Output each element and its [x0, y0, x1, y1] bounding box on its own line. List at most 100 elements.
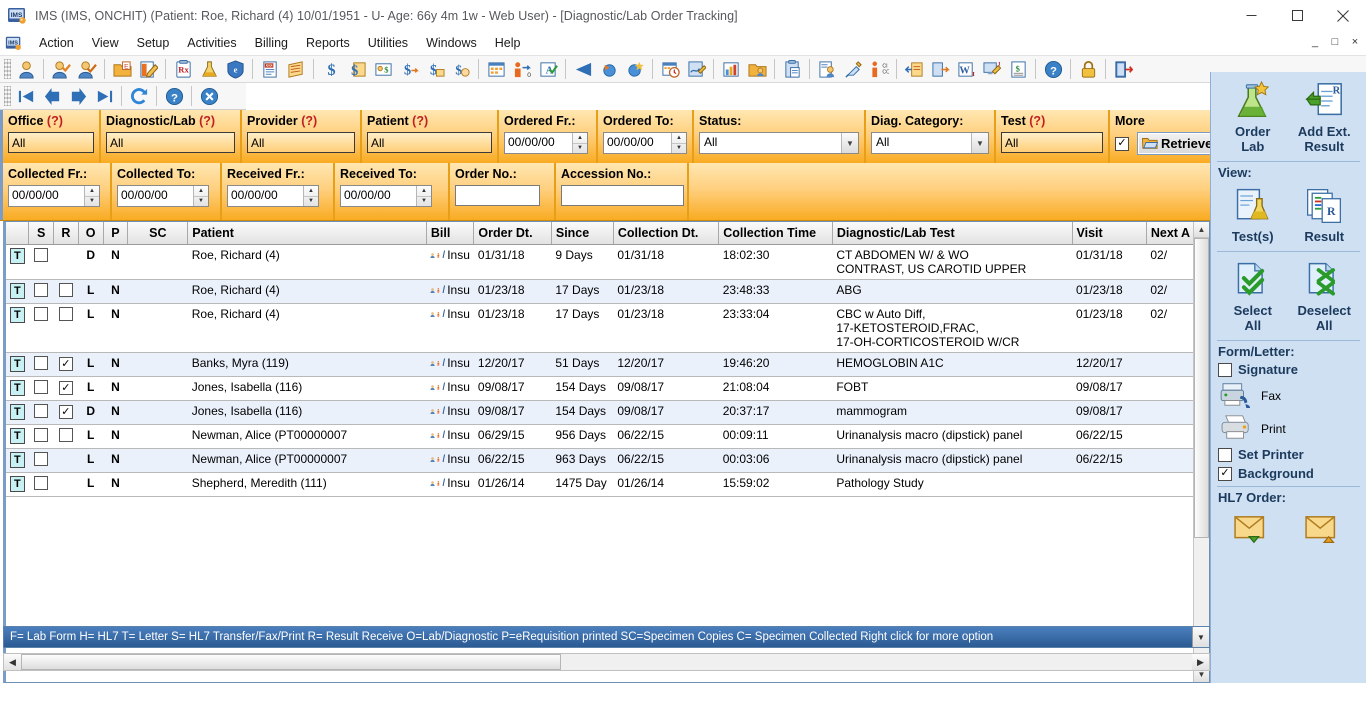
menu-item-help[interactable]: Help — [486, 34, 530, 52]
hscroll-thumb[interactable] — [21, 654, 561, 670]
open-chart-folder-icon[interactable]: E — [109, 57, 135, 81]
legend-chevron-down-icon[interactable]: ▼ — [1192, 627, 1209, 647]
billing-claim-icon[interactable]: $ — [344, 57, 370, 81]
bar-chart-icon[interactable] — [718, 57, 744, 81]
order-lab-button[interactable]: Order Lab — [1217, 76, 1289, 158]
filter-status-select[interactable]: All ▼ — [699, 132, 859, 154]
background-checkbox[interactable]: ✓ — [1218, 467, 1232, 481]
filter-collected-to-input[interactable]: 00/00/00 ▲▼ — [117, 185, 209, 207]
menu-item-reports[interactable]: Reports — [297, 34, 359, 52]
billing-dollar-icon[interactable]: $ — [318, 57, 344, 81]
chevron-down-icon[interactable]: ▼ — [971, 133, 988, 153]
select-all-button[interactable]: Select All — [1217, 255, 1289, 337]
mdi-restore-icon[interactable]: □ — [1326, 33, 1344, 51]
lab-flask-icon[interactable] — [196, 57, 222, 81]
close-form-icon[interactable] — [196, 84, 222, 108]
document-export-icon[interactable] — [927, 57, 953, 81]
col-header-test[interactable]: Diagnostic/Lab Test — [832, 222, 1072, 244]
document-icon[interactable]: DOC — [257, 57, 283, 81]
set-printer-row[interactable]: Set Printer — [1217, 445, 1360, 464]
shield-icon[interactable]: e — [222, 57, 248, 81]
refresh-icon[interactable] — [126, 84, 152, 108]
maximize-icon[interactable] — [1274, 0, 1320, 31]
row-checkbox-s[interactable] — [29, 303, 54, 352]
signature-row[interactable]: Signature — [1217, 360, 1360, 379]
menu-item-action[interactable]: Action — [30, 34, 83, 52]
spinner-icon[interactable]: ▲▼ — [84, 186, 99, 206]
prescription-icon[interactable]: Rx — [170, 57, 196, 81]
filter-received-from-input[interactable]: 00/00/00 ▲▼ — [227, 185, 319, 207]
filter-office-input[interactable]: All — [8, 132, 94, 153]
close-icon[interactable] — [1320, 0, 1366, 31]
menu-item-view[interactable]: View — [83, 34, 128, 52]
signature-pad-icon[interactable] — [683, 57, 709, 81]
row-checkbox-r[interactable] — [54, 472, 79, 496]
table-row[interactable]: TLNNewman, Alice (PT00000007I Insu06/29/… — [6, 424, 1209, 448]
row-checkbox-r[interactable]: ✓ — [54, 400, 79, 424]
word-export-icon[interactable]: WI — [953, 57, 979, 81]
exit-icon[interactable] — [1110, 57, 1136, 81]
col-header-s[interactable]: S — [29, 222, 54, 244]
deselect-all-button[interactable]: Deselect All — [1289, 255, 1361, 337]
scroll-right-icon[interactable]: ▶ — [1192, 654, 1209, 670]
billing-search-icon[interactable]: $ — [448, 57, 474, 81]
signature-checkbox[interactable] — [1218, 363, 1232, 377]
col-header-blank[interactable] — [6, 222, 29, 244]
col-header-since[interactable]: Since — [551, 222, 613, 244]
table-row[interactable]: T✓DNJones, Isabella (116)I Insu09/08/171… — [6, 400, 1209, 424]
menu-item-setup[interactable]: Setup — [128, 34, 179, 52]
row-letter-badge[interactable]: T — [6, 244, 29, 279]
calendar-icon[interactable] — [483, 57, 509, 81]
filter-order-no-input[interactable] — [455, 185, 540, 206]
col-header-bill[interactable]: Bill — [426, 222, 474, 244]
hscroll-track[interactable] — [561, 654, 1192, 670]
toolbar-grip[interactable] — [4, 59, 11, 79]
notes-icon[interactable] — [283, 57, 309, 81]
filter-collected-from-input[interactable]: 00/00/00 ▲▼ — [8, 185, 100, 207]
row-checkbox-s[interactable] — [29, 244, 54, 279]
set-printer-checkbox[interactable] — [1218, 448, 1232, 462]
col-header-sc[interactable]: SC — [128, 222, 188, 244]
screen-edit-icon[interactable]: I — [979, 57, 1005, 81]
row-checkbox-s[interactable] — [29, 352, 54, 376]
filter-diag-category-select[interactable]: All ▼ — [871, 132, 989, 154]
billing-report-icon[interactable]: $ — [422, 57, 448, 81]
table-row[interactable]: TLNRoe, Richard (4)I Insu01/23/1817 Days… — [6, 303, 1209, 352]
patient-check-icon[interactable] — [48, 57, 74, 81]
menu-item-utilities[interactable]: Utilities — [359, 34, 417, 52]
edit-note-icon[interactable] — [135, 57, 161, 81]
row-checkbox-r[interactable] — [54, 448, 79, 472]
last-record-icon[interactable] — [91, 84, 117, 108]
retrieve-button[interactable]: Retrieve — [1137, 132, 1220, 155]
filter-test-input[interactable]: All — [1001, 132, 1103, 153]
row-letter-badge[interactable]: T — [6, 424, 29, 448]
minimize-icon[interactable] — [1228, 0, 1274, 31]
scroll-thumb[interactable] — [1194, 238, 1209, 538]
spinner-icon[interactable]: ▲▼ — [303, 186, 318, 206]
view-tests-button[interactable]: Test(s) — [1217, 181, 1289, 248]
col-header-p[interactable]: P — [103, 222, 128, 244]
fax-row[interactable]: Fax — [1217, 379, 1360, 412]
col-header-r[interactable]: R — [54, 222, 79, 244]
filter-ordered-from-input[interactable]: 00/00/00 ▲▼ — [504, 132, 588, 154]
table-row[interactable]: TLNNewman, Alice (PT00000007I Insu06/22/… — [6, 448, 1209, 472]
filter-ordered-to-input[interactable]: 00/00/00 ▲▼ — [603, 132, 687, 154]
col-header-patient[interactable]: Patient — [188, 222, 427, 244]
row-checkbox-r[interactable]: ✓ — [54, 352, 79, 376]
lock-icon[interactable] — [1075, 57, 1101, 81]
row-checkbox-r[interactable]: ✓ — [54, 376, 79, 400]
table-row[interactable]: TDNRoe, Richard (4)I Insu01/31/189 Days0… — [6, 244, 1209, 279]
row-checkbox-s[interactable] — [29, 279, 54, 303]
filter-diagnostic-lab-input[interactable]: All — [106, 132, 235, 153]
spinner-icon[interactable]: ▲▼ — [416, 186, 431, 206]
filter-received-to-input[interactable]: 00/00/00 ▲▼ — [340, 185, 432, 207]
background-row[interactable]: ✓ Background — [1217, 464, 1360, 483]
view-result-button[interactable]: R Result — [1289, 181, 1361, 248]
row-letter-badge[interactable]: T — [6, 303, 29, 352]
col-header-order-dt[interactable]: Order Dt. — [474, 222, 551, 244]
patient-flow-icon[interactable]: 0 — [509, 57, 535, 81]
mdi-minimize-icon[interactable]: _ — [1306, 33, 1324, 51]
patient-add-check-icon[interactable] — [74, 57, 100, 81]
more-checkbox[interactable]: ✓ — [1115, 137, 1129, 151]
row-checkbox-s[interactable] — [29, 448, 54, 472]
